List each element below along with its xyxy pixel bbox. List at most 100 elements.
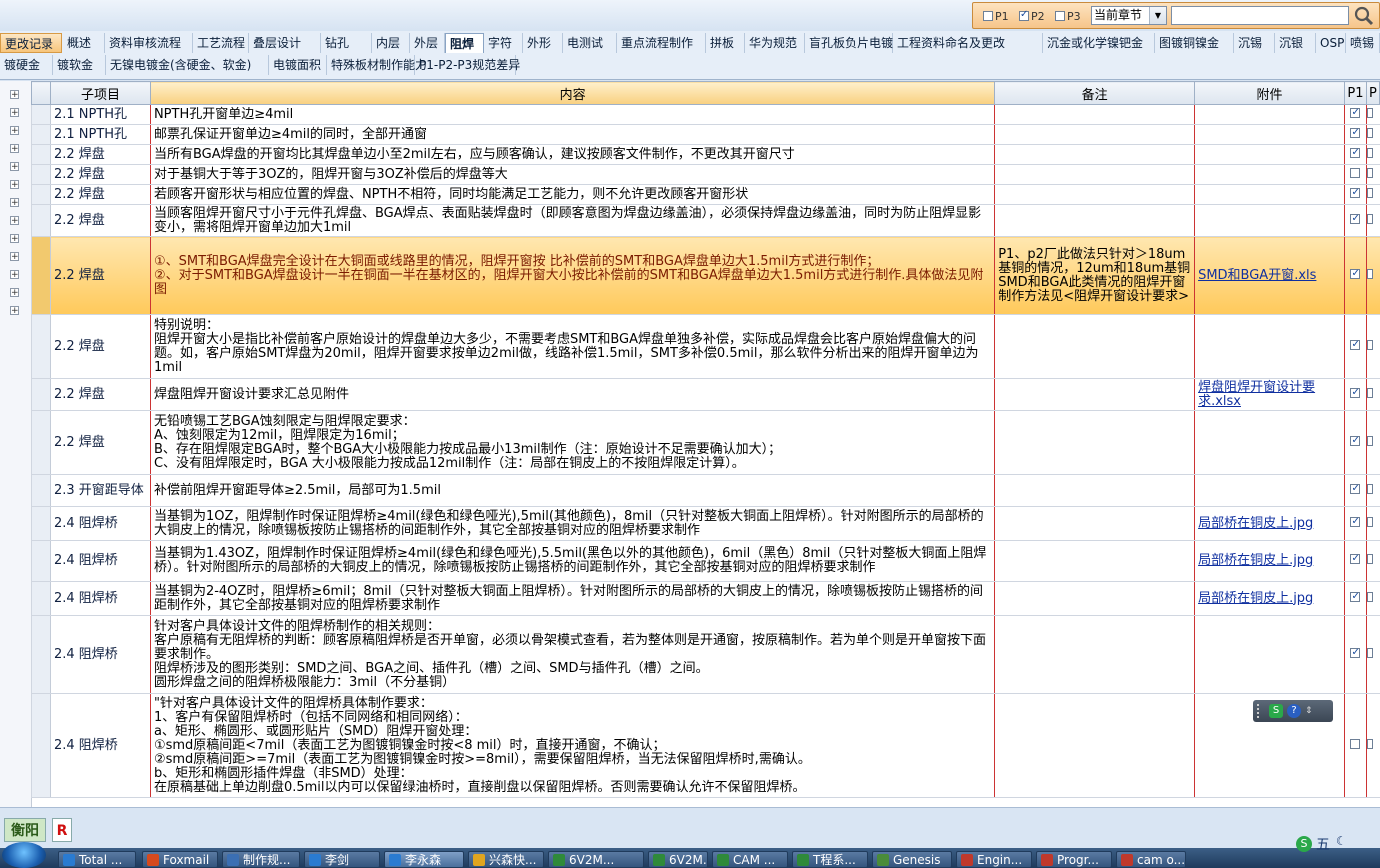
cell-attachment-link[interactable]	[1194, 144, 1345, 165]
cell-sub-item[interactable]: 2.2 焊盘	[49, 236, 151, 315]
expand-node-icon[interactable]: +	[10, 198, 19, 208]
cell-p1[interactable]	[1343, 236, 1367, 315]
p1-row-checkbox[interactable]	[1350, 552, 1361, 566]
p1-row-checkbox[interactable]	[1350, 126, 1361, 140]
p2-row-checkbox[interactable]	[1367, 387, 1373, 398]
location-badge[interactable]: 衡阳	[4, 818, 46, 842]
row-selector[interactable]	[31, 236, 51, 315]
cell-remark[interactable]	[994, 124, 1196, 145]
cell-sub-item[interactable]: 2.2 焊盘	[49, 410, 151, 475]
cell-remark[interactable]	[994, 410, 1196, 475]
cell-p1[interactable]	[1343, 164, 1367, 185]
cell-remark[interactable]	[994, 581, 1196, 616]
tab-r1-15[interactable]: 盲孔板负片电镀	[805, 33, 893, 53]
cell-p2[interactable]	[1365, 693, 1380, 798]
cell-sub-item[interactable]: 2.4 阻焊桥	[49, 581, 151, 616]
cell-sub-item[interactable]: 2.1 NPTH孔	[49, 104, 151, 125]
expand-node-icon[interactable]: +	[10, 108, 19, 118]
cell-content[interactable]: 针对客户具体设计文件的阻焊桥制作的相关规则： 客户原稿有无阻焊桥的判断：顾客原稿…	[149, 615, 996, 694]
p2-row-checkbox[interactable]	[1367, 339, 1373, 350]
row-selector[interactable]	[31, 204, 51, 237]
row-selector[interactable]	[31, 615, 51, 694]
cell-sub-item[interactable]: 2.4 阻焊桥	[49, 693, 151, 798]
expand-node-icon[interactable]: +	[10, 180, 19, 190]
tab-r1-2[interactable]: 资料审核流程	[105, 33, 193, 53]
start-button[interactable]	[2, 842, 46, 868]
tab-r2-0[interactable]: 镀硬金	[0, 55, 53, 75]
p3-checkbox[interactable]	[1055, 11, 1065, 21]
cell-attachment-link[interactable]: 局部桥在铜皮上.jpg	[1194, 506, 1345, 541]
tab-r1-18[interactable]: 图镀铜镍金	[1155, 33, 1234, 53]
tab-r2-1[interactable]: 镀软金	[53, 55, 106, 75]
cell-sub-item[interactable]: 2.1 NPTH孔	[49, 124, 151, 145]
cell-attachment-link[interactable]	[1194, 124, 1345, 145]
tab-r1-12[interactable]: 重点流程制作	[617, 33, 706, 53]
cell-content[interactable]: 邮票孔保证开窗单边≥4mil的同时，全部开通窗	[149, 124, 996, 145]
table-row[interactable]: 2.2 焊盘 当顾客阻焊开窗尺寸小于元件孔焊盘、BGA焊点、表面贴装焊盘时（即顾客…	[31, 204, 1380, 237]
cell-p1[interactable]	[1343, 410, 1367, 475]
p2-checkbox[interactable]	[1019, 9, 1029, 21]
p2-row-checkbox[interactable]	[1367, 268, 1373, 279]
p1-row-checkbox[interactable]	[1350, 338, 1361, 352]
ime-label[interactable]: 五	[1316, 834, 1330, 854]
table-row[interactable]: 2.3 开窗距导体 补偿前阻焊开窗距导体≥2.5mil，局部可为1.5mil	[31, 474, 1380, 507]
p1-row-checkbox[interactable]	[1350, 267, 1361, 281]
cell-sub-item[interactable]: 2.2 焊盘	[49, 204, 151, 237]
p2-row-checkbox[interactable]	[1367, 127, 1373, 138]
table-row[interactable]: 2.4 阻焊桥 "针对客户具体设计文件的阻焊桥具体制作要求： 1、客户有保留阻焊桥…	[31, 693, 1380, 798]
tab-r1-4[interactable]: 叠层设计	[249, 33, 321, 53]
tab-r1-20[interactable]: 沉银	[1275, 33, 1316, 53]
cell-p2[interactable]	[1365, 204, 1380, 237]
taskbar-item[interactable]: T程系...	[792, 851, 868, 868]
expand-node-icon[interactable]: +	[10, 216, 19, 226]
cell-attachment-link[interactable]	[1194, 615, 1345, 694]
tab-r1-21[interactable]: OSP	[1316, 33, 1346, 53]
p2-row-checkbox[interactable]	[1367, 435, 1373, 446]
moon-icon[interactable]: ☾	[1336, 834, 1347, 848]
expand-node-icon[interactable]: +	[10, 306, 19, 316]
cell-attachment-link[interactable]: 局部桥在铜皮上.jpg	[1194, 581, 1345, 616]
cell-p1[interactable]	[1343, 314, 1367, 379]
cell-p2[interactable]	[1365, 236, 1380, 315]
column-header-remark[interactable]: 备注	[994, 81, 1196, 105]
p2-row-checkbox[interactable]	[1367, 213, 1373, 224]
cell-remark[interactable]	[994, 378, 1196, 411]
expand-node-icon[interactable]: +	[10, 126, 19, 136]
cell-remark[interactable]	[994, 144, 1196, 165]
cell-remark[interactable]	[994, 314, 1196, 379]
tab-r1-1[interactable]: 概述	[63, 33, 105, 53]
s-logo-icon[interactable]: S	[1269, 704, 1283, 718]
tab-r1-19[interactable]: 沉锡	[1234, 33, 1275, 53]
expand-icon[interactable]: ⇕	[1305, 706, 1313, 716]
cell-attachment-link[interactable]	[1194, 184, 1345, 205]
table-row[interactable]: 2.1 NPTH孔 NPTH孔开窗单边≥4mil	[31, 104, 1380, 125]
cell-p1[interactable]	[1343, 615, 1367, 694]
select-all-header[interactable]	[31, 81, 51, 105]
cell-p1[interactable]	[1343, 474, 1367, 507]
p1-row-checkbox[interactable]	[1350, 434, 1361, 448]
cell-remark[interactable]: P1、p2厂此做法只针对＞18um基铜的情况，12um和18um基铜SMD和BG…	[994, 236, 1196, 315]
p1-row-checkbox[interactable]	[1350, 106, 1361, 120]
tab-r1-11[interactable]: 电测试	[563, 33, 617, 53]
table-row[interactable]: 2.4 阻焊桥 针对客户具体设计文件的阻焊桥制作的相关规则： 客户原稿有无阻焊桥的…	[31, 615, 1380, 694]
cell-content[interactable]: "针对客户具体设计文件的阻焊桥具体制作要求： 1、客户有保留阻焊桥时（包括不同网…	[149, 693, 996, 798]
cell-remark[interactable]	[994, 506, 1196, 541]
column-header-content[interactable]: 内容	[149, 81, 996, 105]
tab-r1-16[interactable]: 工程资料命名及更改	[893, 33, 1043, 53]
taskbar-item[interactable]: 制作规...	[222, 851, 300, 868]
p1-filter[interactable]: P1	[983, 9, 1009, 23]
cell-p2[interactable]	[1365, 104, 1380, 125]
tab-r1-6[interactable]: 内层	[372, 33, 410, 53]
cell-sub-item[interactable]: 2.2 焊盘	[49, 314, 151, 379]
p2-filter[interactable]: P2	[1019, 9, 1045, 23]
cell-p2[interactable]	[1365, 474, 1380, 507]
taskbar-item[interactable]: Genesis	[872, 851, 952, 868]
r-button[interactable]: R	[52, 818, 72, 842]
cell-attachment-link[interactable]: 焊盘阻焊开窗设计要求.xlsx	[1194, 378, 1345, 411]
cell-p2[interactable]	[1365, 314, 1380, 379]
cell-content[interactable]: 当基铜为2-4OZ时，阻焊桥≥6mil；8mil（只针对整板大铜面上阻焊桥）。针…	[149, 581, 996, 616]
cell-content[interactable]: 当基铜为1.43OZ，阻焊制作时保证阻焊桥≥4mil(绿色和绿色哑光),5.5m…	[149, 540, 996, 582]
taskbar-item[interactable]: Foxmail	[142, 851, 218, 868]
taskbar-item[interactable]: 李永森	[384, 851, 464, 868]
row-selector[interactable]	[31, 410, 51, 475]
